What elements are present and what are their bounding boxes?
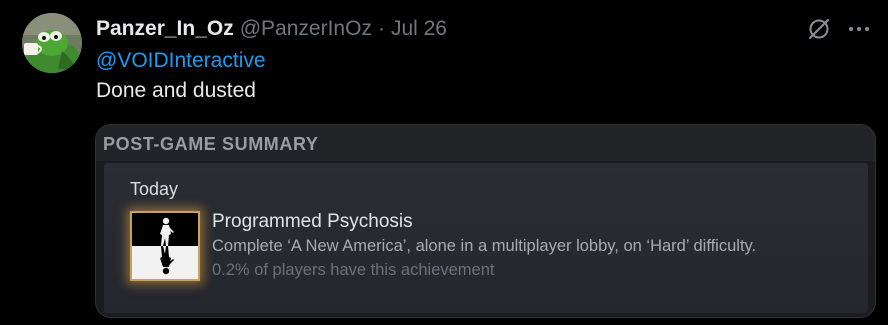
tweet-text: Done and dusted [96,79,256,102]
avatar[interactable] [22,13,82,73]
post-game-summary-header: POST-GAME SUMMARY [96,125,875,161]
kermit-avatar-image [22,13,82,73]
achievement-name: Programmed Psychosis [212,211,413,232]
tweet-header: Panzer_In_Oz @PanzerInOz · Jul 26 [96,16,447,42]
separator-dot: · [377,17,385,40]
user-handle[interactable]: @PanzerInOz [240,17,372,41]
achievement-description: Complete ‘A New America’, alone in a mul… [212,237,757,255]
more-icon[interactable] [846,17,872,41]
achievement-silhouette-icon [130,211,200,281]
achievement-panel: Today Programmed Psychosis Complete ‘A N… [104,163,868,313]
day-label: Today [130,179,179,199]
achievement-rarity: 0.2% of players have this achievement [212,261,495,279]
display-name[interactable]: Panzer_In_Oz [96,17,234,41]
post-game-summary-title: POST-GAME SUMMARY [103,134,319,154]
tweet-date[interactable]: Jul 26 [391,17,447,41]
mention-link[interactable]: @VOIDInteractive [96,49,266,73]
tweet-media-image[interactable]: POST-GAME SUMMARY Today Programmed Psych… [95,124,876,318]
grok-icon[interactable] [806,16,832,42]
